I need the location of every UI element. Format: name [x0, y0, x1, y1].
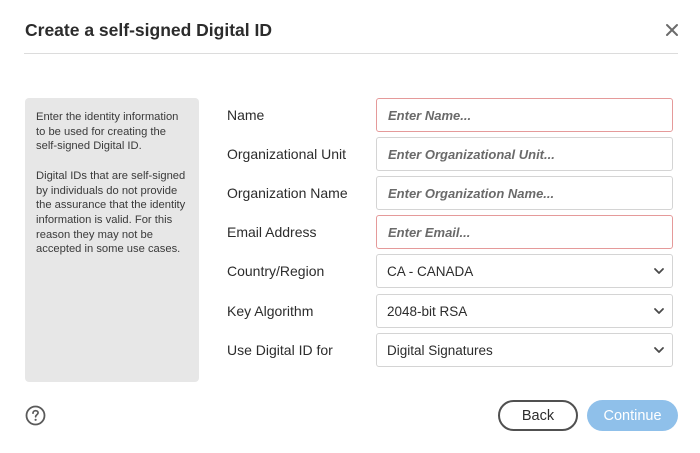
use-for-select[interactable]: Digital Signatures — [376, 333, 673, 367]
key-algorithm-row: Key Algorithm 2048-bit RSA — [227, 294, 673, 328]
use-for-row: Use Digital ID for Digital Signatures — [227, 333, 673, 367]
continue-button[interactable]: Continue — [587, 400, 678, 431]
email-row: Email Address — [227, 215, 673, 249]
name-label: Name — [227, 107, 265, 123]
org-unit-label: Organizational Unit — [227, 146, 347, 162]
dialog-title: Create a self-signed Digital ID — [25, 20, 273, 40]
email-input[interactable] — [376, 215, 673, 249]
key-algorithm-label: Key Algorithm — [227, 303, 314, 319]
org-name-row: Organization Name — [227, 176, 673, 210]
country-select[interactable]: CA - CANADA — [376, 254, 673, 288]
header-divider — [24, 53, 678, 54]
email-label: Email Address — [227, 224, 317, 240]
chevron-down-icon — [654, 268, 664, 274]
org-name-input[interactable] — [376, 176, 673, 210]
help-icon[interactable] — [25, 405, 46, 426]
use-for-label: Use Digital ID for — [227, 342, 333, 358]
org-name-label: Organization Name — [227, 185, 348, 201]
close-icon — [666, 24, 678, 36]
chevron-down-icon — [654, 347, 664, 353]
key-algorithm-selected-value: 2048-bit RSA — [387, 303, 468, 319]
key-algorithm-select[interactable]: 2048-bit RSA — [376, 294, 673, 328]
create-digital-id-dialog: Create a self-signed Digital ID Enter th… — [0, 0, 700, 453]
country-selected-value: CA - CANADA — [387, 263, 474, 279]
org-unit-row: Organizational Unit — [227, 137, 673, 171]
use-for-selected-value: Digital Signatures — [387, 342, 493, 358]
country-label: Country/Region — [227, 263, 325, 279]
back-button[interactable]: Back — [498, 400, 578, 431]
info-paragraph-1: Enter the identity information to be use… — [36, 111, 179, 153]
name-input[interactable] — [376, 98, 673, 132]
chevron-down-icon — [654, 308, 664, 314]
info-paragraph-2: Digital IDs that are self-signed by indi… — [36, 169, 186, 256]
name-row: Name — [227, 98, 673, 132]
info-panel: Enter the identity information to be use… — [25, 98, 199, 382]
country-row: Country/Region CA - CANADA — [227, 254, 673, 288]
org-unit-input[interactable] — [376, 137, 673, 171]
close-button[interactable] — [660, 18, 684, 42]
